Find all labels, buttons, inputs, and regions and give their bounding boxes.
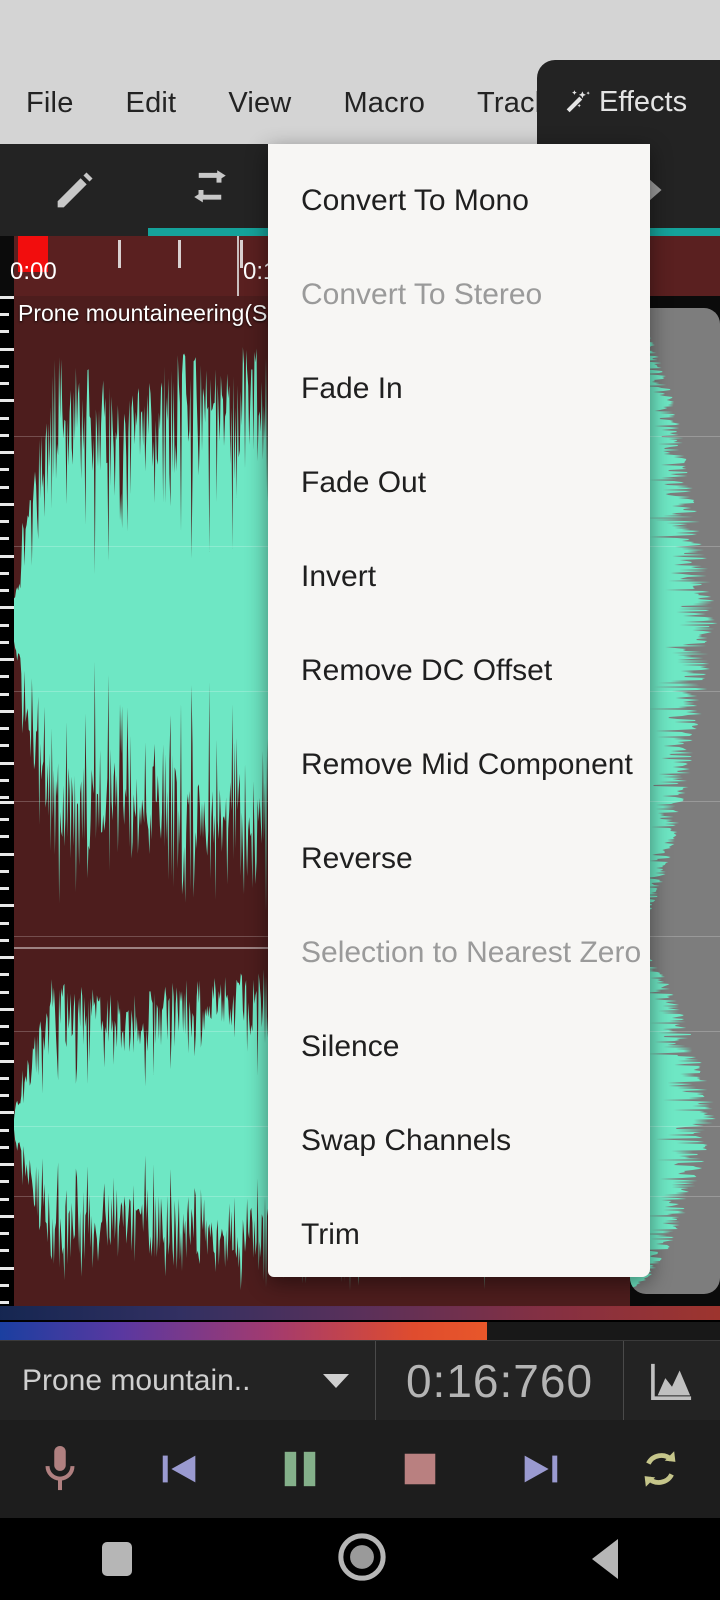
waveform-view-button[interactable] — [624, 1341, 720, 1420]
pause-button[interactable] — [240, 1420, 360, 1518]
loop-swap-tool-button[interactable] — [165, 144, 255, 236]
file-name-label: Prone mountain.. — [22, 1363, 251, 1397]
nav-back-button[interactable] — [591, 1539, 618, 1579]
effects-menu-item-invert[interactable]: Invert — [268, 530, 650, 624]
file-selector-dropdown[interactable]: Prone mountain.. — [0, 1341, 376, 1420]
effects-dropdown-menu[interactable]: Convert To Mono Convert To Stereo Fade In F… — [268, 144, 650, 1277]
magic-wand-icon — [566, 90, 590, 113]
skip-back-icon — [162, 1455, 196, 1483]
transport-controls — [0, 1420, 720, 1518]
stop-button[interactable] — [360, 1420, 480, 1518]
menu-bar: File Edit View Macro Track Effects — [0, 0, 720, 144]
chevron-down-icon — [323, 1373, 349, 1388]
android-nav-bar — [0, 1518, 720, 1600]
waveform-chart-icon — [651, 1363, 692, 1400]
effects-menu-item-remove-mid-component[interactable]: Remove Mid Component — [268, 718, 650, 812]
timecode-display: 0:16:760 — [376, 1341, 624, 1420]
effects-menu-item-trim[interactable]: Trim — [268, 1188, 650, 1277]
effects-menu-item-swap-channels[interactable]: Swap Channels — [268, 1094, 650, 1188]
microphone-icon — [45, 1446, 75, 1491]
app-root: File Edit View Macro Track Effects 0:00 … — [0, 0, 720, 1600]
pencil-tool-button[interactable] — [30, 144, 120, 236]
effects-menu-item-silence[interactable]: Silence — [268, 1000, 650, 1094]
menu-item-macro[interactable]: Macro — [317, 62, 451, 144]
nav-home-button[interactable] — [337, 1532, 387, 1587]
menu-item-file[interactable]: File — [0, 62, 100, 144]
loop-swap-icon — [194, 170, 226, 203]
effects-menu-item-convert-to-mono[interactable]: Convert To Mono — [268, 154, 650, 248]
ruler-label-start: 0:00 — [10, 258, 57, 285]
pause-icon — [284, 1451, 316, 1487]
skip-previous-button[interactable] — [120, 1420, 240, 1518]
effects-menu-item-remove-dc-offset[interactable]: Remove DC Offset — [268, 624, 650, 718]
nav-recents-button[interactable] — [102, 1542, 133, 1576]
loop-button[interactable] — [600, 1420, 720, 1518]
triangle-back-icon — [591, 1539, 618, 1579]
effects-menu-item-fade-in[interactable]: Fade In — [268, 342, 650, 436]
skip-forward-icon — [524, 1455, 558, 1483]
level-meter-bottom — [0, 1322, 487, 1340]
pencil-icon — [57, 172, 93, 208]
skip-next-button[interactable] — [480, 1420, 600, 1518]
circle-icon — [338, 1532, 386, 1581]
menu-bar-items: File Edit View Macro Track — [0, 62, 575, 144]
db-scale-ruler — [0, 296, 14, 1306]
menu-item-edit[interactable]: Edit — [100, 62, 203, 144]
info-bar: Prone mountain.. 0:16:760 — [0, 1340, 720, 1420]
effects-menu-item-fade-out[interactable]: Fade Out — [268, 436, 650, 530]
record-button[interactable] — [0, 1420, 120, 1518]
menu-item-view[interactable]: View — [202, 62, 317, 144]
effects-tab-label: Effects — [599, 85, 688, 118]
menu-item-effects-tab[interactable]: Effects — [537, 60, 720, 144]
effects-menu-item-reverse[interactable]: Reverse — [268, 812, 650, 906]
effects-menu-item-convert-to-stereo: Convert To Stereo — [301, 278, 543, 311]
stop-icon — [404, 1453, 436, 1485]
level-meter-top — [0, 1306, 720, 1320]
loop-repeat-icon — [644, 1451, 676, 1487]
effects-menu-item-selection-to-nearest-zero: Selection to Nearest Zero — [301, 936, 642, 969]
square-icon — [102, 1542, 133, 1576]
